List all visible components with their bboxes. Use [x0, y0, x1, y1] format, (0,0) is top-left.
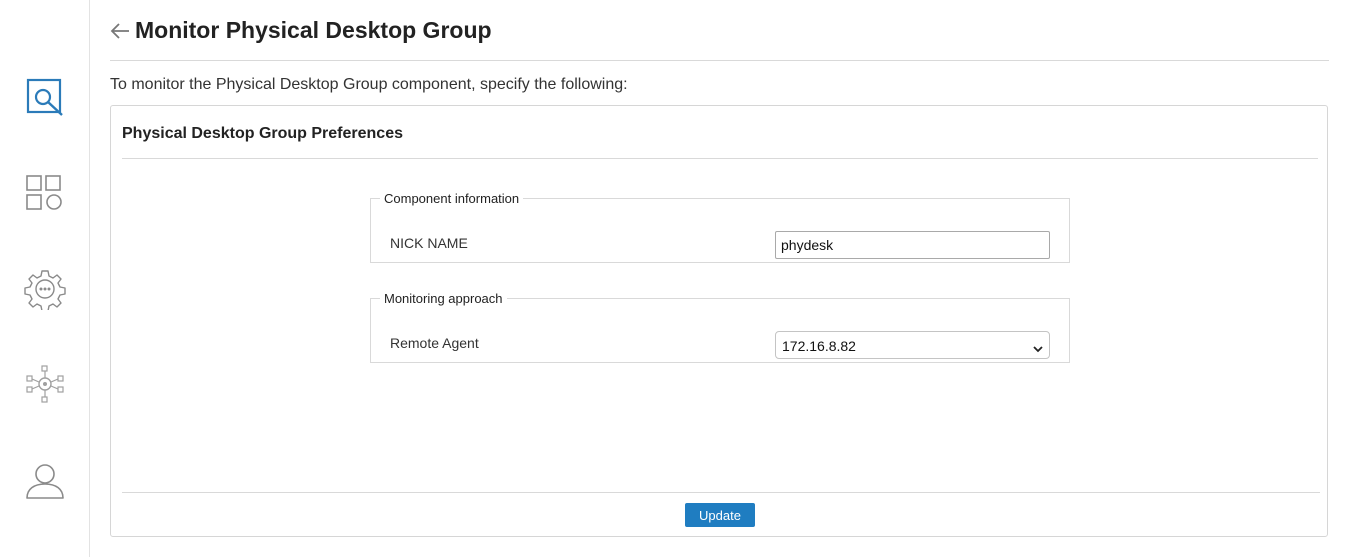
remote-agent-selected-value: 172.16.8.82: [782, 338, 856, 354]
chevron-down-icon: [1033, 341, 1043, 353]
monitor-search-icon[interactable]: [24, 76, 66, 118]
remote-agent-select[interactable]: 172.16.8.82: [775, 331, 1050, 359]
preferences-panel: Physical Desktop Group Preferences Compo…: [110, 105, 1328, 537]
component-information-group: Component information NICK NAME: [370, 191, 1070, 263]
settings-gear-icon[interactable]: [24, 268, 66, 312]
page-header: Monitor Physical Desktop Group: [110, 16, 1329, 61]
component-information-legend: Component information: [384, 191, 520, 206]
monitoring-approach-group: Monitoring approach Remote Agent 172.16.…: [370, 291, 1070, 363]
intro-text: To monitor the Physical Desktop Group co…: [110, 76, 628, 93]
divider: [122, 492, 1320, 493]
user-profile-icon[interactable]: [24, 460, 66, 502]
update-button[interactable]: Update: [685, 503, 755, 527]
main-content: Monitor Physical Desktop Group To monito…: [110, 0, 1329, 557]
nick-name-label: NICK NAME: [390, 235, 468, 251]
components-grid-icon[interactable]: [24, 172, 66, 214]
panel-title: Physical Desktop Group Preferences: [122, 125, 403, 142]
remote-agent-label: Remote Agent: [390, 335, 479, 351]
divider: [122, 158, 1318, 159]
nick-name-input[interactable]: [775, 231, 1050, 259]
monitoring-approach-legend: Monitoring approach: [384, 291, 503, 306]
page-title: Monitor Physical Desktop Group: [135, 17, 492, 43]
back-arrow-icon[interactable]: [110, 21, 130, 41]
network-config-icon[interactable]: [24, 364, 66, 406]
left-sidebar: [0, 0, 90, 557]
